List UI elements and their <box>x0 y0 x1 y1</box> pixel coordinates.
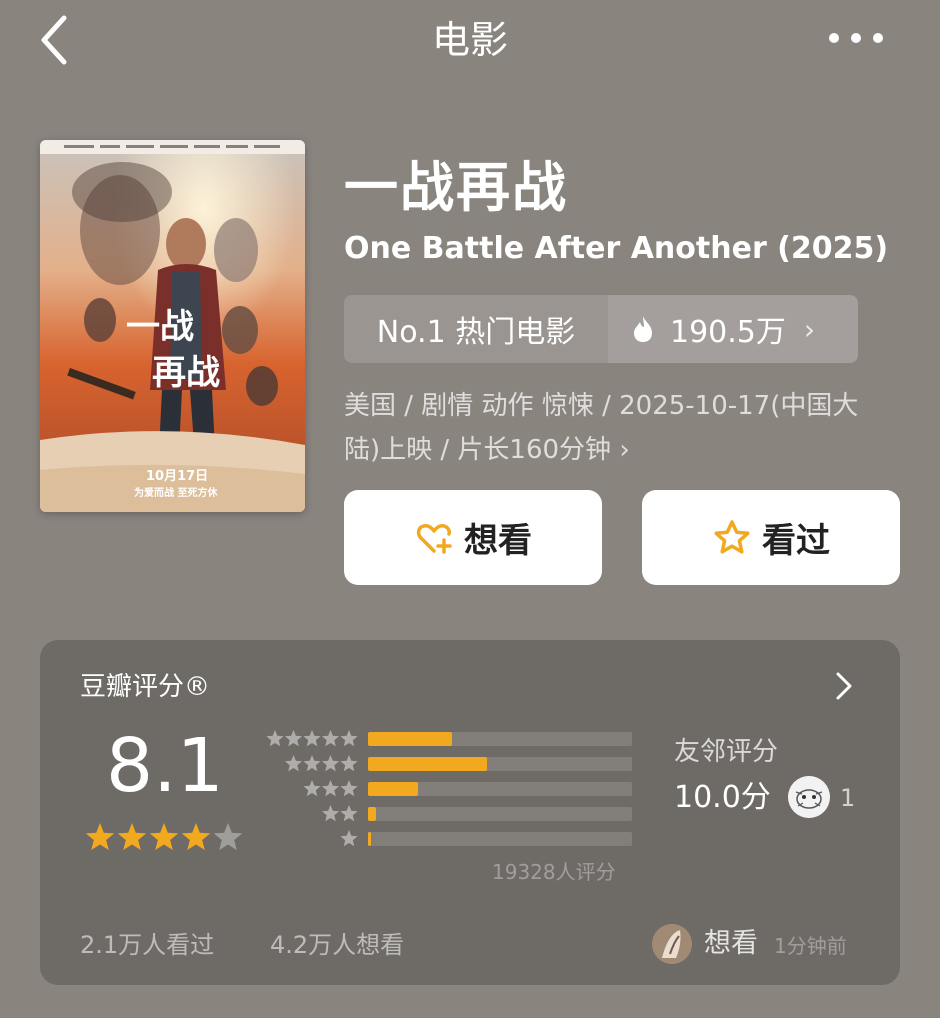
want-to-watch-button[interactable]: 想看 <box>344 490 602 585</box>
movie-title-cn: 一战再战 <box>344 156 568 219</box>
distribution-stars-5 <box>266 730 358 747</box>
activity-time: 1分钟前 <box>774 934 847 958</box>
wished-count[interactable]: 4.2万人想看 <box>270 928 404 962</box>
distribution-bar-1 <box>368 832 632 846</box>
rank-pill: No.1 热门电影 190.5万 › <box>344 295 858 363</box>
poster-art: 一战 再战 10月17日 为爱而战 至死方休 <box>40 140 305 512</box>
distribution-bar-fill <box>368 732 452 746</box>
star-small-icon <box>340 755 358 772</box>
poster-title-line2: 再战 <box>152 353 220 393</box>
distribution-bar-fill <box>368 832 371 846</box>
distribution-bar-4 <box>368 757 632 771</box>
star-filled-icon <box>149 823 179 851</box>
movie-title-en: One Battle After Another (2025) <box>344 231 889 266</box>
poster-tagline: 为爱而战 至死方休 <box>134 486 218 499</box>
star-small-icon <box>303 755 321 772</box>
distribution-bar-2 <box>368 807 632 821</box>
rating-source-label: 豆瓣评分® <box>80 672 211 702</box>
rank-label[interactable]: No.1 热门电影 <box>344 295 608 363</box>
star-small-icon <box>303 780 321 797</box>
star-small-icon <box>340 805 358 822</box>
activity-avatar[interactable] <box>652 924 692 964</box>
more-dots-icon[interactable] <box>824 24 888 52</box>
heat-button[interactable]: 190.5万 › <box>608 295 858 363</box>
movie-info-line1: 美国 / 剧情 动作 惊悚 / 2025-10-17(中国大 <box>344 391 859 421</box>
star-small-icon <box>284 755 303 772</box>
star-small-icon <box>321 755 340 772</box>
star-filled-icon <box>85 823 115 851</box>
distribution-bar-fill <box>368 807 376 821</box>
star-outline-icon <box>714 519 750 554</box>
watched-button[interactable]: 看过 <box>642 490 900 585</box>
distribution-bar-5 <box>368 732 632 746</box>
star-filled-icon <box>181 823 211 851</box>
distribution-stars-4 <box>284 755 358 772</box>
chevron-right-icon[interactable] <box>832 668 856 704</box>
rating-stars <box>85 823 243 851</box>
rating-count: 19328人评分 <box>492 860 616 884</box>
heart-plus-icon <box>416 523 452 554</box>
star-small-icon <box>321 780 340 797</box>
poster-release-date: 10月17日 <box>146 469 208 484</box>
star-small-icon <box>340 830 358 847</box>
distribution-stars-2 <box>321 805 358 822</box>
activity-avatar-art <box>652 924 692 964</box>
heat-value: 190.5万 <box>670 315 786 350</box>
heat-chevron: › <box>803 312 816 346</box>
distribution-stars-1 <box>340 830 358 847</box>
star-small-icon <box>321 805 340 822</box>
star-small-icon <box>284 730 303 747</box>
friend-avatar[interactable] <box>788 776 830 818</box>
star-small-icon <box>340 780 358 797</box>
want-to-watch-label: 想看 <box>464 521 532 561</box>
distribution-bar-fill <box>368 757 487 771</box>
star-small-icon <box>266 730 284 747</box>
star-small-icon <box>340 730 358 747</box>
star-small-icon <box>321 730 340 747</box>
poster-title-line1: 一战 <box>126 307 194 347</box>
friend-rating-label: 友邻评分 <box>674 737 779 767</box>
movie-info[interactable]: 美国 / 剧情 动作 惊悚 / 2025-10-17(中国大 陆)上映 / 片长… <box>344 384 914 472</box>
activity-text: 想看 <box>704 928 758 959</box>
star-small-icon <box>303 730 321 747</box>
page-title: 电影 <box>431 18 508 62</box>
friend-rating-count: 1 <box>840 784 856 812</box>
movie-info-line2: 陆)上映 / 片长160分钟 › <box>344 435 630 465</box>
watched-count[interactable]: 2.1万人看过 <box>80 928 214 962</box>
distribution-stars-3 <box>303 780 358 797</box>
friend-avatar-art <box>788 776 830 818</box>
star-empty-icon <box>213 823 243 851</box>
distribution-bar-3 <box>368 782 632 796</box>
distribution-bar-fill <box>368 782 418 796</box>
movie-poster[interactable]: 一战 再战 10月17日 为爱而战 至死方休 <box>40 140 305 512</box>
friend-rating-score: 10.0分 <box>674 780 771 815</box>
watched-label: 看过 <box>762 521 830 561</box>
rating-score: 8.1 <box>106 723 224 809</box>
flame-icon <box>634 316 652 342</box>
star-filled-icon <box>117 823 147 851</box>
rating-card[interactable]: 豆瓣评分® 8.1 19328人评分 友邻评分 10.0分 1 2.1万人看过 … <box>40 640 900 985</box>
